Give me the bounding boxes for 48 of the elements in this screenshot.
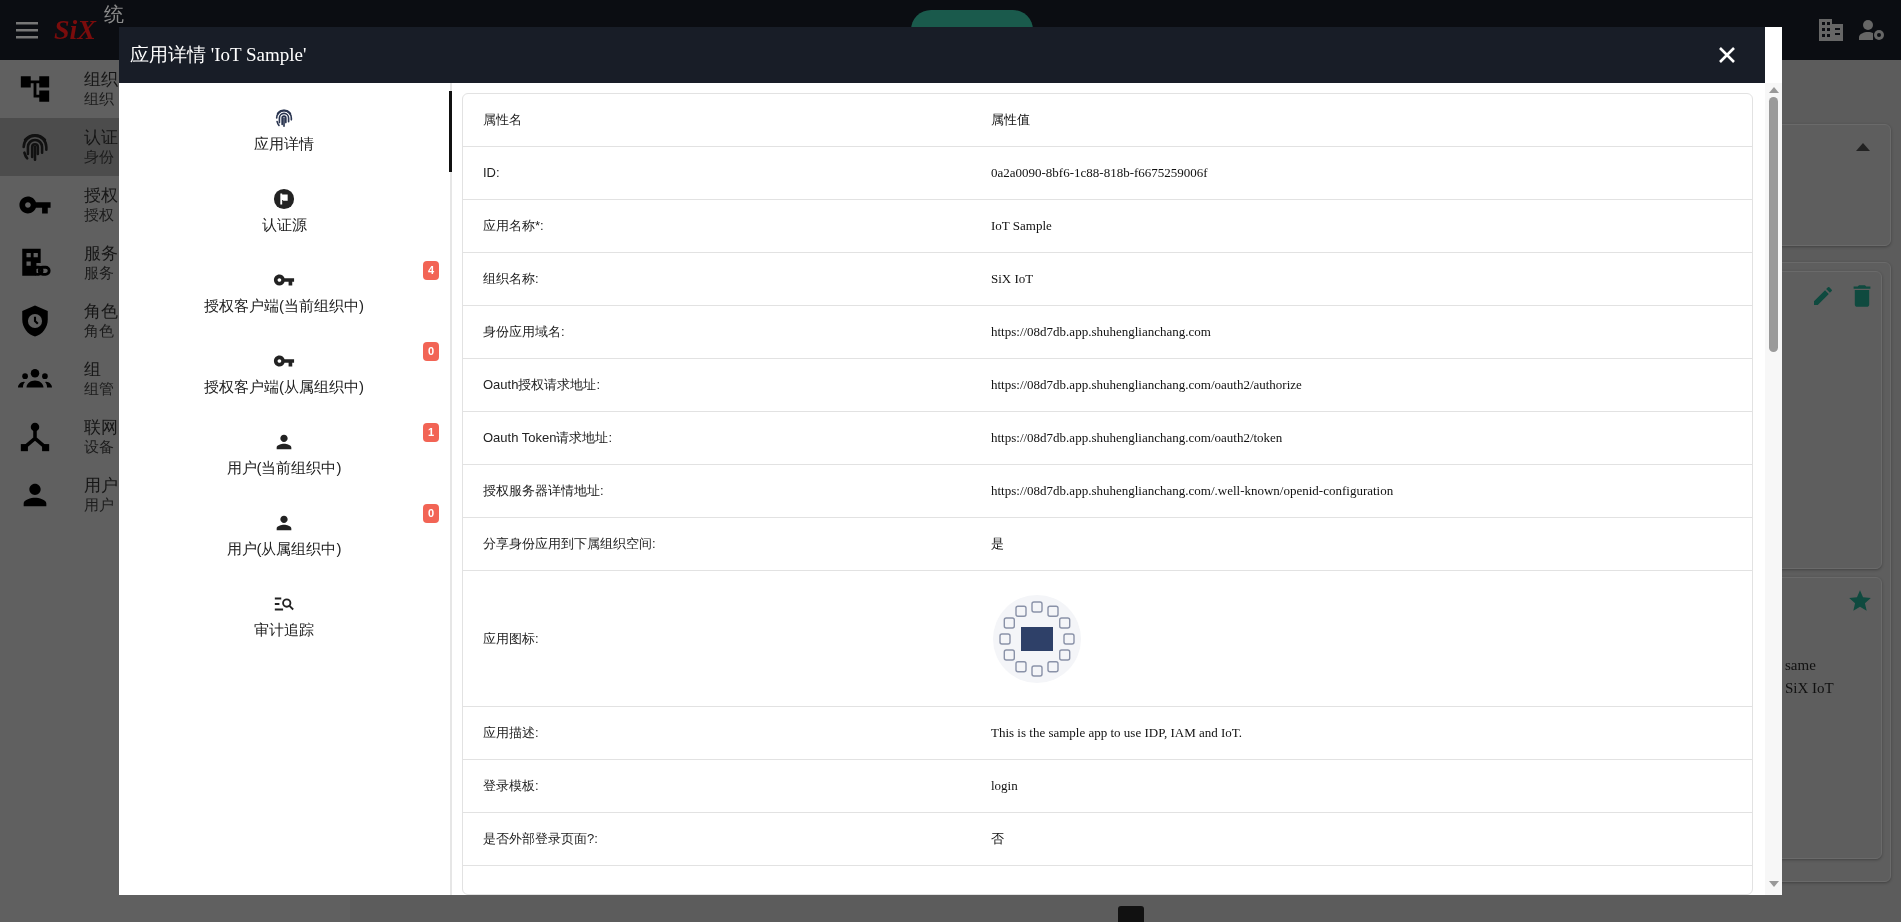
count-badge: 4	[422, 261, 439, 280]
item-subtitle: 角色	[84, 322, 115, 341]
property-value: 是	[991, 536, 1004, 552]
dialog-title: 应用详情 'IoT Sample'	[130, 42, 307, 67]
app-title: 统	[104, 3, 125, 25]
count-badge: 0	[422, 504, 439, 523]
item-title: 用户	[84, 475, 118, 497]
property-value: https://08d7db.app.shuhenglianchang.com/.well-known/openid-configuration	[991, 483, 1394, 499]
property-value: https://08d7db.app.shuhenglianchang.com	[991, 324, 1211, 340]
item-subtitle: 服务	[84, 264, 115, 283]
property-value: IoT Sample	[991, 218, 1052, 234]
property-value: SiX IoT	[991, 271, 1034, 287]
card-text: SiX IoT	[1785, 678, 1835, 698]
property-name: 登录模板:	[482, 777, 540, 796]
property-name: 授权服务器详情地址:	[482, 482, 605, 501]
property-value: This is the sample app to use IDP, IAM and IoT.	[991, 725, 1243, 741]
property-value: https://08d7db.app.shuhenglianchang.com/oauth2/token	[991, 430, 1283, 446]
item-title: 服务	[84, 243, 118, 265]
column-header: 属性名	[482, 111, 523, 130]
property-name: 组织名称:	[482, 270, 540, 289]
property-name: 分享身份应用到下属组织空间:	[482, 535, 657, 554]
item-subtitle: 用户	[84, 496, 115, 515]
property-value: login	[991, 778, 1018, 794]
property-name: 是否外部登录页面?:	[482, 830, 599, 849]
item-subtitle: 组织	[84, 90, 115, 109]
logo: SiX	[54, 13, 97, 47]
item-title: 授权	[84, 185, 118, 207]
item-title: 组织	[84, 69, 118, 91]
property-name: 身份应用域名:	[482, 323, 566, 342]
column-header: 属性值	[991, 111, 1031, 130]
property-name: 应用图标:	[482, 629, 540, 648]
property-name: Oauth授权请求地址:	[482, 376, 602, 395]
property-name: 应用名称*:	[482, 217, 545, 236]
item-subtitle: 组管	[84, 380, 114, 399]
count-badge: 0	[422, 342, 439, 361]
item-title: 联网	[84, 417, 118, 439]
item-title: 组	[84, 359, 102, 381]
property-name: Oauth Token请求地址:	[482, 429, 614, 448]
item-subtitle: 授权	[84, 206, 115, 225]
count-badge: 1	[422, 423, 439, 442]
item-title: 角色	[84, 301, 118, 323]
property-name: 应用描述:	[482, 724, 540, 743]
card-text: same	[1785, 656, 1817, 675]
item-subtitle: 设备	[84, 438, 115, 457]
property-value: 否	[991, 831, 1004, 847]
property-name: ID:	[482, 164, 501, 183]
property-value: 0a2a0090-8bf6-1c88-818b-f6675259006f	[991, 165, 1208, 181]
property-value: https://08d7db.app.shuhenglianchang.com/oauth2/authorize	[991, 377, 1302, 393]
